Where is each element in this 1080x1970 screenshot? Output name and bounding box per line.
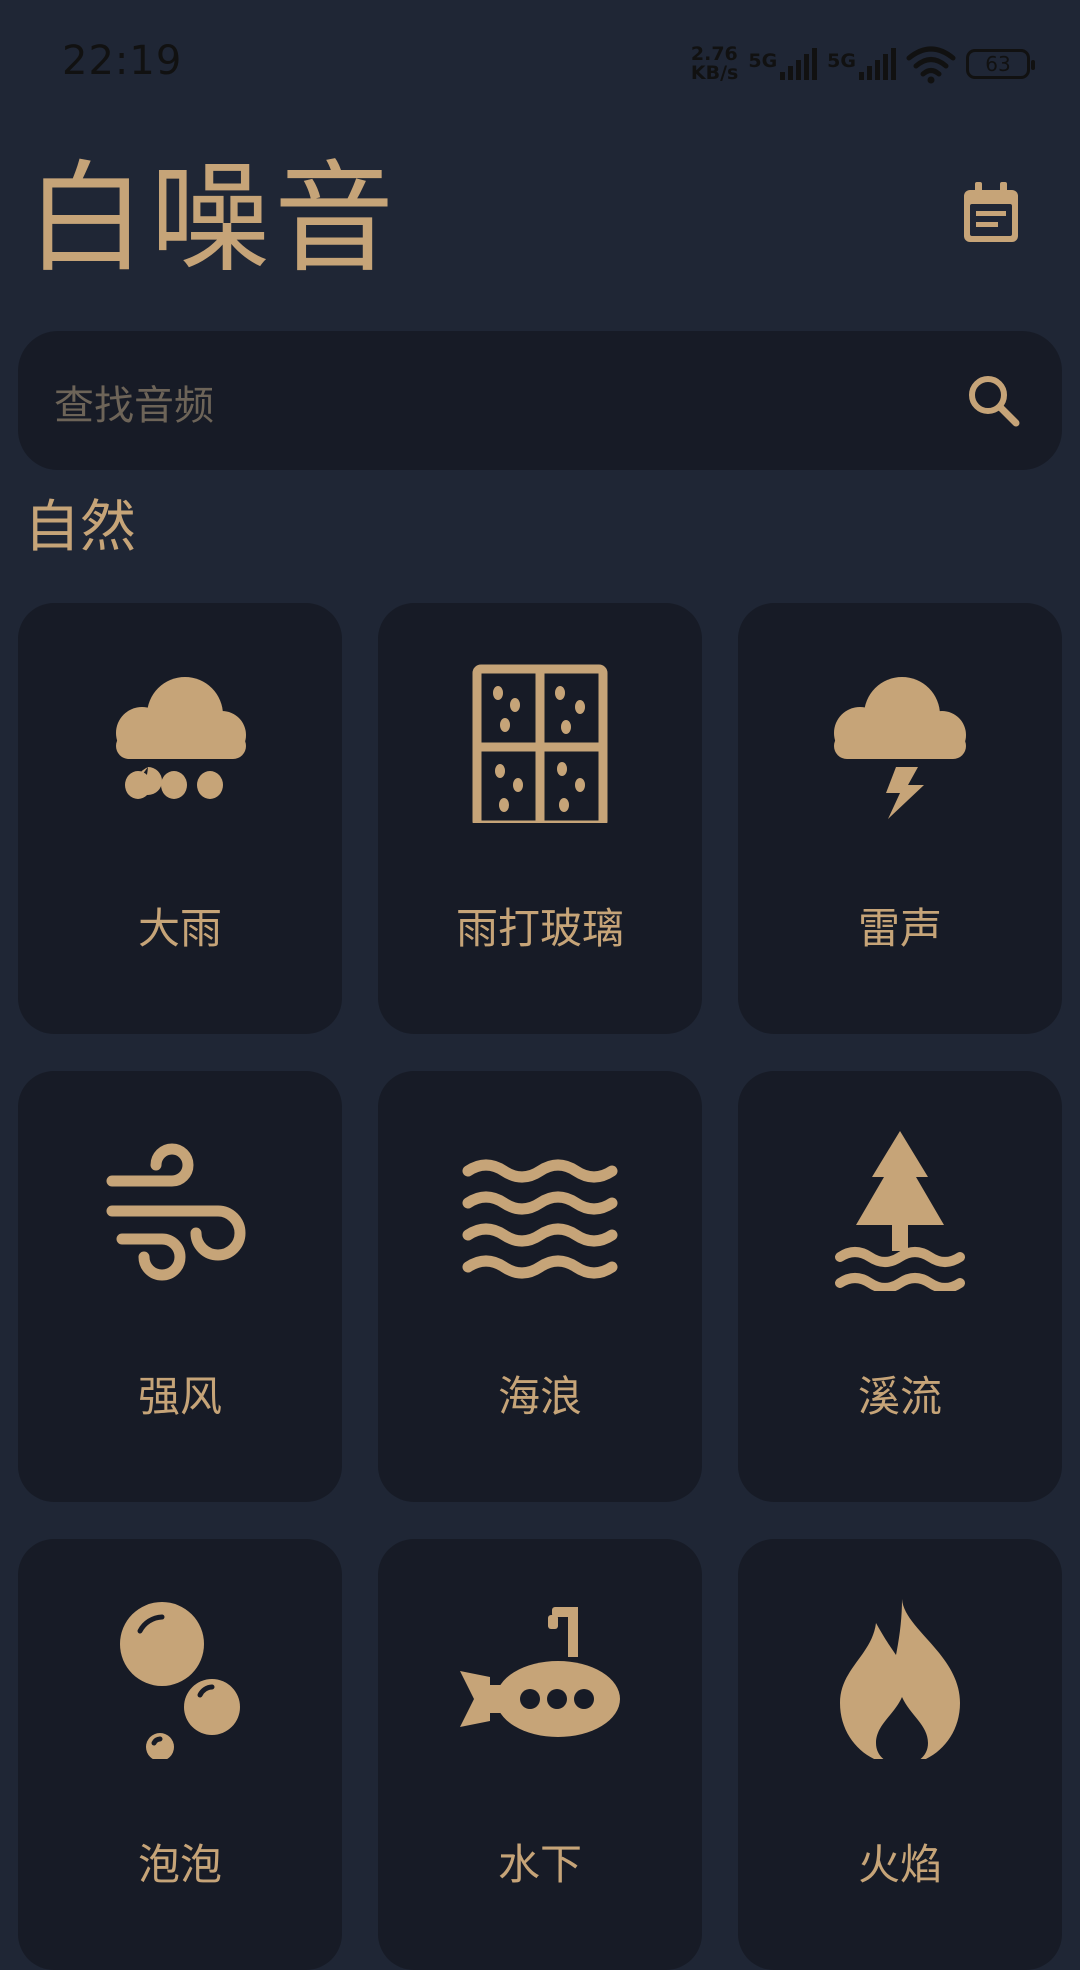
sound-label: 强风 xyxy=(137,1372,222,1421)
signal-2: 5G xyxy=(827,48,896,80)
network-type-2: 5G xyxy=(827,50,856,72)
sound-label: 海浪 xyxy=(497,1372,582,1421)
network-type-1: 5G xyxy=(748,50,778,72)
wind-icon xyxy=(106,1143,246,1281)
network-speed: 2.76 KB/s xyxy=(691,45,738,83)
signal-bars-icon xyxy=(859,48,896,80)
sound-card-strong-wind[interactable]: 强风 xyxy=(18,1071,342,1502)
status-bar: 22:19 2.76 KB/s 5G 5G 63 xyxy=(0,0,1080,130)
sound-card-heavy-rain[interactable]: 大雨 xyxy=(18,603,342,1034)
status-icons: 2.76 KB/s 5G 5G 63 xyxy=(691,40,1035,88)
sound-label: 雷声 xyxy=(857,904,942,953)
submarine-icon xyxy=(460,1607,620,1737)
sound-label: 火焰 xyxy=(857,1840,942,1889)
flame-icon xyxy=(840,1599,960,1759)
search-bar[interactable]: 查找音频 xyxy=(18,331,1062,470)
sound-label: 大雨 xyxy=(137,904,222,953)
sound-card-bubbles[interactable]: 泡泡 xyxy=(18,1539,342,1970)
battery-indicator: 63 xyxy=(966,49,1035,79)
status-time: 22:19 xyxy=(62,38,183,84)
waves-icon xyxy=(462,1159,618,1279)
network-speed-unit: KB/s xyxy=(690,62,739,84)
sound-label: 泡泡 xyxy=(137,1840,222,1889)
sound-label: 水下 xyxy=(497,1840,582,1889)
bubbles-icon xyxy=(120,1602,240,1759)
sound-card-stream[interactable]: 溪流 xyxy=(738,1071,1062,1502)
search-input[interactable]: 查找音频 xyxy=(54,373,214,431)
sound-card-rain-window[interactable]: 雨打玻璃 xyxy=(378,603,702,1034)
rainy-window-icon xyxy=(472,664,608,823)
thunder-cloud-icon xyxy=(834,677,966,819)
wifi-icon xyxy=(906,46,956,84)
battery-level: 63 xyxy=(985,52,1011,76)
signal-1: 5G xyxy=(748,48,818,80)
sound-card-underwater[interactable]: 水下 xyxy=(378,1539,702,1970)
page-title: 白噪音 xyxy=(26,150,398,289)
sound-card-ocean-waves[interactable]: 海浪 xyxy=(378,1071,702,1502)
section-title: 自然 xyxy=(24,495,136,560)
sound-label: 雨打玻璃 xyxy=(455,904,624,953)
search-icon[interactable] xyxy=(966,373,1022,429)
sound-card-fire[interactable]: 火焰 xyxy=(738,1539,1062,1970)
calendar-icon xyxy=(964,182,1018,242)
tree-stream-icon xyxy=(835,1131,965,1291)
calendar-button[interactable] xyxy=(962,182,1020,244)
rain-cloud-icon xyxy=(116,677,246,799)
sound-label: 溪流 xyxy=(857,1372,942,1421)
signal-bars-icon xyxy=(780,48,818,80)
sound-card-thunder[interactable]: 雷声 xyxy=(738,603,1062,1034)
